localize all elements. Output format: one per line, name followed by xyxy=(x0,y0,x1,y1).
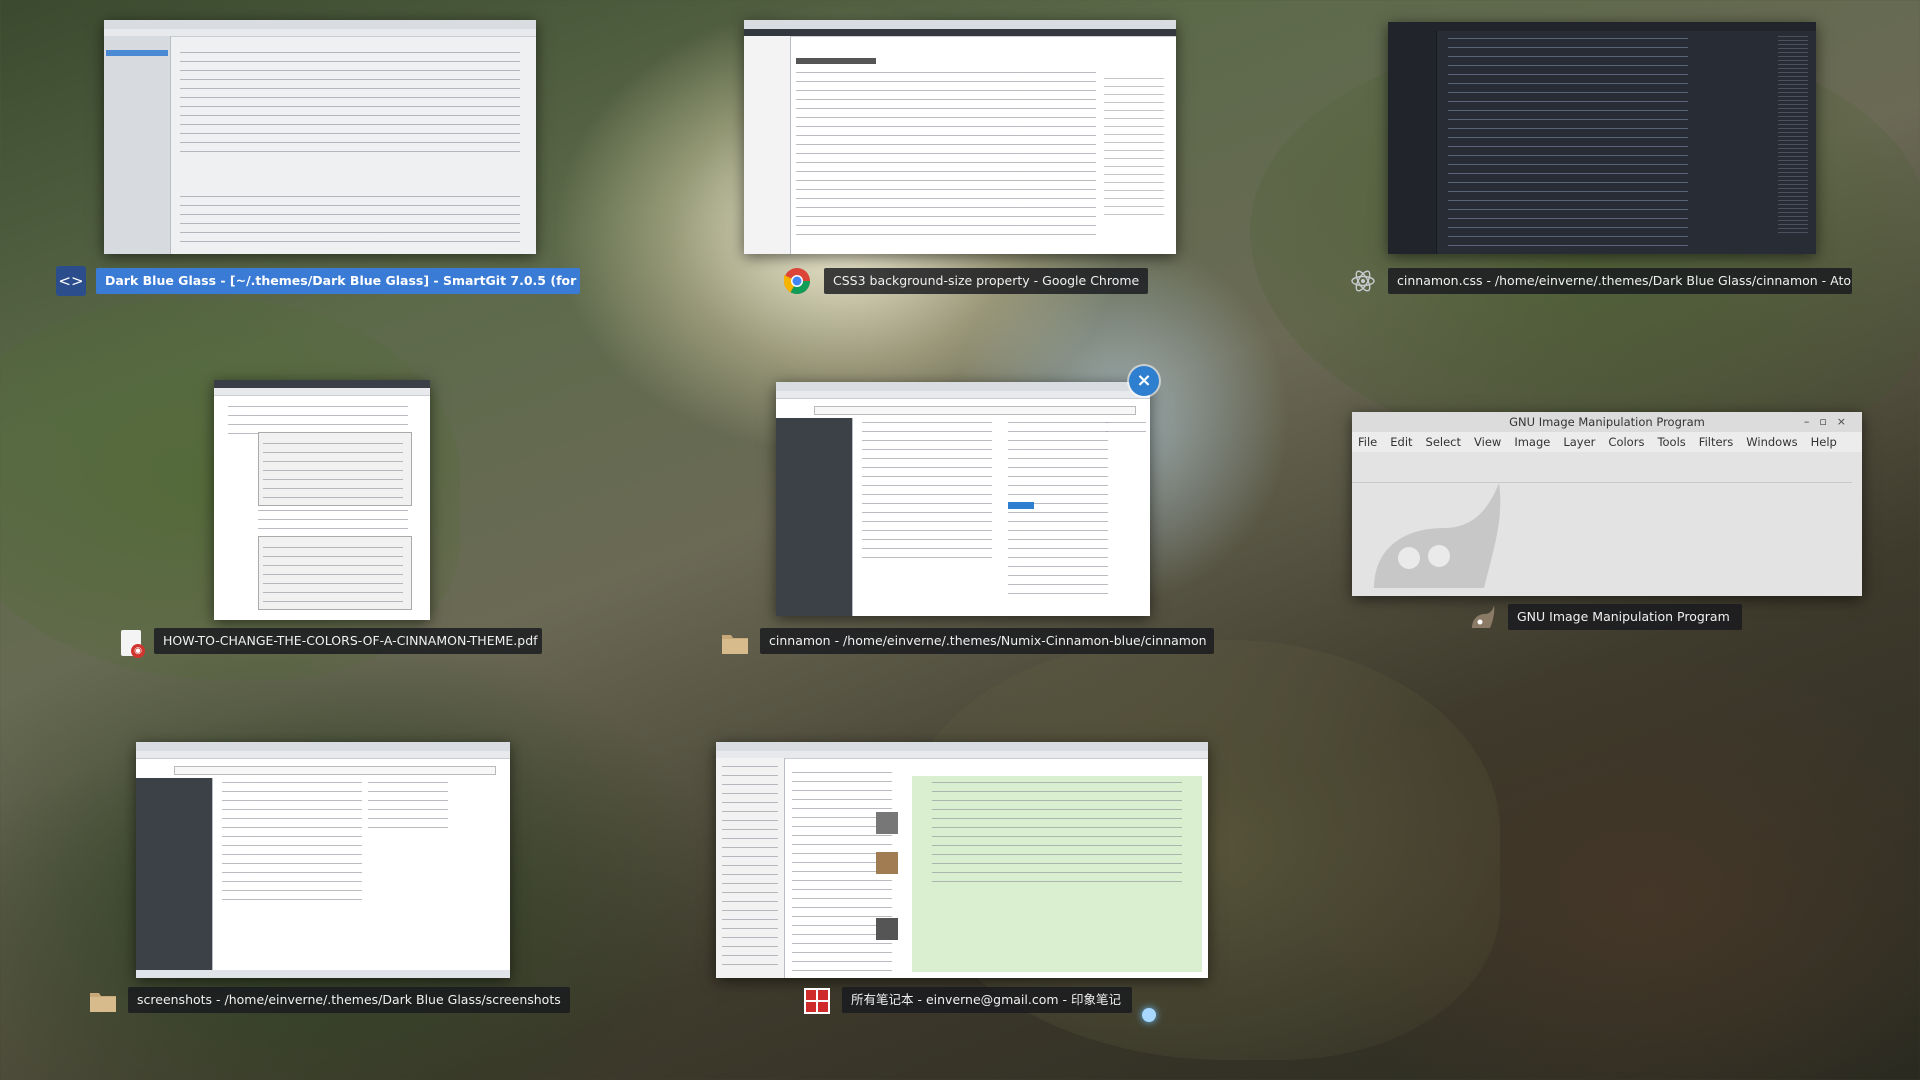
titlebar xyxy=(1388,22,1816,31)
gimp-title: GNU Image Manipulation Program xyxy=(1509,415,1705,429)
toolbar xyxy=(776,391,1150,399)
canvas-divider xyxy=(1352,482,1852,483)
window-thumbnail-chrome[interactable] xyxy=(744,20,1176,254)
selected-file xyxy=(1008,502,1034,509)
gimp-icon xyxy=(1468,602,1498,632)
workspace-indicator xyxy=(1142,1008,1156,1022)
menu-layer[interactable]: Layer xyxy=(1563,432,1595,452)
embedded-screenshot xyxy=(258,536,412,610)
titlebar xyxy=(104,20,536,29)
code-editor xyxy=(1448,38,1688,246)
file-column-1 xyxy=(862,422,992,562)
window-label-smartgit[interactable]: Dark Blue Glass - [~/.themes/Dark Blue G… xyxy=(96,268,580,294)
evernote-icon xyxy=(802,986,832,1016)
minimap xyxy=(1778,36,1808,236)
gimp-titlebar: GNU Image Manipulation Program –▫× xyxy=(1352,412,1862,432)
tabbar xyxy=(744,20,1176,29)
window-label-nemo-cinnamon[interactable]: cinnamon - /home/einverne/.themes/Numix-… xyxy=(760,628,1214,654)
menu-image[interactable]: Image xyxy=(1514,432,1550,452)
menu-edit[interactable]: Edit xyxy=(1390,432,1412,452)
window-label-gimp[interactable]: GNU Image Manipulation Program xyxy=(1508,604,1742,630)
close-window-button[interactable]: × xyxy=(1129,366,1159,396)
notebook-list xyxy=(722,766,778,966)
folder-icon xyxy=(88,986,118,1016)
page-content xyxy=(796,72,1096,242)
menu-filters[interactable]: Filters xyxy=(1699,432,1733,452)
window-thumbnail-evernote[interactable] xyxy=(716,742,1208,978)
embedded-screenshot xyxy=(258,432,412,506)
menu-help[interactable]: Help xyxy=(1811,432,1837,452)
toolbar xyxy=(716,751,1208,759)
window-thumbnail-atom[interactable] xyxy=(1388,22,1816,254)
sidebar xyxy=(104,36,171,254)
menu-windows[interactable]: Windows xyxy=(1746,432,1797,452)
toolbar xyxy=(744,29,1176,37)
file-column-2 xyxy=(1008,422,1108,602)
file-column-3 xyxy=(1106,422,1146,432)
file-column-1 xyxy=(222,782,362,902)
wilber-mascot-icon xyxy=(1374,483,1501,588)
smartgit-icon: <> xyxy=(56,266,86,296)
menu-view[interactable]: View xyxy=(1474,432,1501,452)
note-editor xyxy=(912,776,1202,972)
window-thumbnail-smartgit[interactable] xyxy=(104,20,536,254)
window-controls: –▫× xyxy=(1803,415,1856,428)
gimp-canvas xyxy=(1352,452,1862,596)
file-list xyxy=(180,52,520,152)
menu-colors[interactable]: Colors xyxy=(1608,432,1644,452)
menu-file[interactable]: File xyxy=(1358,432,1377,452)
document-text xyxy=(258,510,408,532)
path-bar xyxy=(814,406,1136,415)
note-thumbnail xyxy=(876,812,898,834)
page-heading xyxy=(796,58,876,64)
gimp-menubar: File Edit Select View Image Layer Colors… xyxy=(1352,432,1862,452)
places-sidebar xyxy=(136,778,213,978)
tree-view xyxy=(1388,31,1437,254)
window-thumbnail-nemo-screenshots[interactable] xyxy=(136,742,510,978)
window-thumbnail-nemo-cinnamon[interactable] xyxy=(776,382,1150,616)
titlebar xyxy=(214,380,430,388)
toolbar xyxy=(136,751,510,759)
log-list xyxy=(180,196,520,246)
sidebar xyxy=(744,36,791,254)
selected-row xyxy=(106,50,168,56)
menu-select[interactable]: Select xyxy=(1426,432,1461,452)
titlebar xyxy=(716,742,1208,751)
window-thumbnail-pdf[interactable] xyxy=(214,380,430,620)
window-label-atom[interactable]: cinnamon.css - /home/einverne/.themes/Da… xyxy=(1388,268,1852,294)
path-bar xyxy=(174,766,496,775)
pdf-viewer-icon: ◉ xyxy=(116,628,146,658)
places-sidebar xyxy=(776,418,853,616)
menu-tools[interactable]: Tools xyxy=(1657,432,1685,452)
chrome-icon xyxy=(782,266,812,296)
note-thumbnail xyxy=(876,918,898,940)
note-thumbnail xyxy=(876,852,898,874)
toolbar xyxy=(214,388,430,396)
window-label-evernote[interactable]: 所有笔记本 - einverne@gmail.com - 印象笔记 xyxy=(842,987,1132,1013)
window-thumbnail-gimp[interactable]: GNU Image Manipulation Program –▫× File … xyxy=(1352,412,1862,596)
titlebar xyxy=(136,742,510,751)
window-label-pdf[interactable]: HOW-TO-CHANGE-THE-COLORS-OF-A-CINNAMON-T… xyxy=(154,628,542,654)
folder-icon xyxy=(720,628,750,658)
file-column-2 xyxy=(368,782,448,832)
window-label-chrome[interactable]: CSS3 background-size property - Google C… xyxy=(824,268,1148,294)
window-label-nemo-screenshots[interactable]: screenshots - /home/einverne/.themes/Dar… xyxy=(128,987,570,1013)
sidebar-ad xyxy=(1104,78,1164,218)
titlebar xyxy=(776,382,1150,391)
statusbar xyxy=(136,970,510,978)
atom-icon xyxy=(1348,266,1378,296)
